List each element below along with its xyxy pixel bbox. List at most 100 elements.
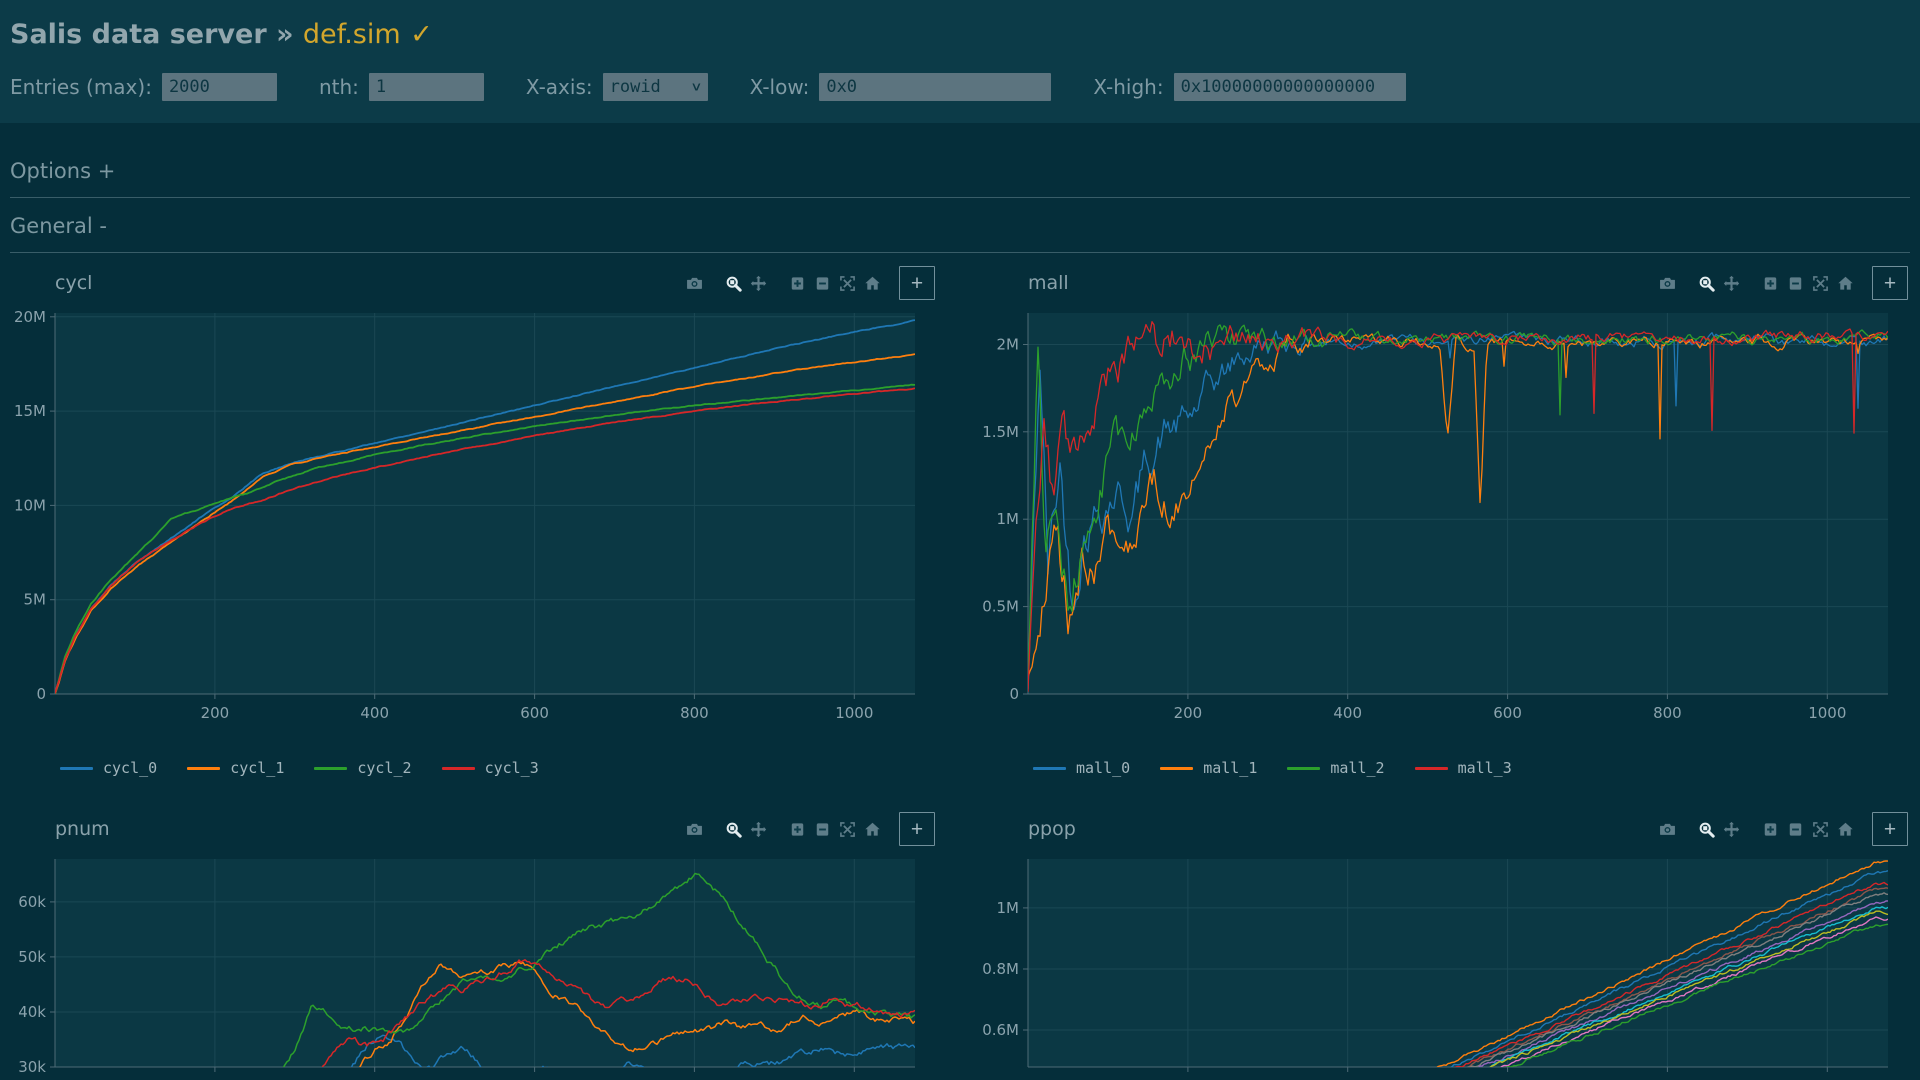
pan-icon[interactable]	[1719, 818, 1744, 840]
home-icon[interactable]	[1833, 818, 1858, 840]
legend-label: mall_2	[1330, 759, 1384, 777]
legend-label: mall_1	[1203, 759, 1257, 777]
expand-chart-button[interactable]: +	[899, 812, 935, 846]
legend-label: cycl_3	[485, 759, 539, 777]
legend-line-sample	[1160, 767, 1193, 770]
autoscale-icon[interactable]	[1808, 272, 1833, 294]
x-axis-select[interactable]: rowid	[603, 73, 708, 101]
expand-chart-button[interactable]: +	[899, 266, 935, 300]
zoom-out-icon[interactable]	[1783, 818, 1808, 840]
svg-text:15M: 15M	[14, 402, 46, 420]
autoscale-icon[interactable]	[835, 818, 860, 840]
pan-icon[interactable]	[746, 272, 771, 294]
legend-item[interactable]: cycl_2	[314, 759, 411, 777]
modebar	[682, 272, 885, 294]
legend-cycl: cycl_0 cycl_1 cycl_2 cycl_3	[60, 755, 935, 781]
svg-text:20M: 20M	[14, 308, 46, 326]
modebar	[682, 818, 885, 840]
zoom-icon[interactable]	[721, 272, 746, 294]
x-high-label: X-high:	[1093, 75, 1163, 99]
plot-ppop[interactable]: 0.6M0.8M1M	[983, 851, 1908, 1080]
home-icon[interactable]	[860, 272, 885, 294]
chart-panel-cycl: cycl + 05M10M15M20M2004006008001000 cycl…	[10, 261, 935, 781]
camera-icon[interactable]	[1655, 272, 1680, 294]
chart-title-pnum: pnum	[55, 818, 110, 840]
legend-line-sample	[187, 767, 220, 770]
legend-line-sample	[1287, 767, 1320, 770]
autoscale-icon[interactable]	[1808, 818, 1833, 840]
camera-icon[interactable]	[682, 272, 707, 294]
zoom-icon[interactable]	[1694, 818, 1719, 840]
zoom-in-icon[interactable]	[1758, 272, 1783, 294]
pan-icon[interactable]	[746, 818, 771, 840]
legend-line-sample	[442, 767, 475, 770]
field-nth: nth:	[319, 73, 484, 101]
section-options-toggle[interactable]: Options +	[10, 159, 1910, 198]
camera-icon[interactable]	[682, 818, 707, 840]
legend-item[interactable]: mall_1	[1160, 759, 1257, 777]
svg-text:1.5M: 1.5M	[983, 423, 1019, 441]
svg-text:1000: 1000	[835, 704, 873, 722]
zoom-icon[interactable]	[1694, 272, 1719, 294]
check-icon: ✓	[410, 19, 433, 50]
legend-label: cycl_1	[230, 759, 284, 777]
breadcrumb-separator: »	[276, 19, 293, 50]
file-link[interactable]: def.sim	[303, 19, 401, 50]
x-high-input[interactable]	[1174, 73, 1406, 101]
legend-line-sample	[1033, 767, 1066, 770]
legend-item[interactable]: mall_3	[1415, 759, 1512, 777]
svg-text:200: 200	[201, 704, 230, 722]
svg-text:30k: 30k	[18, 1058, 46, 1076]
zoom-icon[interactable]	[721, 818, 746, 840]
svg-text:1M: 1M	[997, 899, 1020, 917]
zoom-in-icon[interactable]	[785, 818, 810, 840]
svg-text:0: 0	[1009, 685, 1019, 703]
home-icon[interactable]	[860, 818, 885, 840]
svg-text:10M: 10M	[14, 496, 46, 514]
nth-input[interactable]	[369, 73, 484, 101]
pan-icon[interactable]	[1719, 272, 1744, 294]
plot-mall[interactable]: 00.5M1M1.5M2M2004006008001000	[983, 305, 1908, 735]
field-entries-max: Entries (max):	[10, 73, 277, 101]
page-title: Salis data server » def.sim ✓	[10, 18, 1920, 51]
svg-text:40k: 40k	[18, 1003, 46, 1021]
plot-pnum[interactable]: 30k40k50k60k	[10, 851, 935, 1080]
expand-chart-button[interactable]: +	[1872, 812, 1908, 846]
legend-item[interactable]: cycl_0	[60, 759, 157, 777]
legend-line-sample	[314, 767, 347, 770]
x-low-input[interactable]	[819, 73, 1051, 101]
zoom-in-icon[interactable]	[785, 272, 810, 294]
modebar	[1655, 818, 1858, 840]
modebar	[1655, 272, 1858, 294]
chart-title-cycl: cycl	[55, 272, 92, 294]
entries-max-input[interactable]	[162, 73, 277, 101]
zoom-out-icon[interactable]	[1783, 272, 1808, 294]
svg-text:0: 0	[36, 685, 46, 703]
svg-text:1000: 1000	[1808, 704, 1846, 722]
legend-item[interactable]: cycl_1	[187, 759, 284, 777]
autoscale-icon[interactable]	[835, 272, 860, 294]
plot-cycl[interactable]: 05M10M15M20M2004006008001000	[10, 305, 935, 735]
nth-label: nth:	[319, 75, 359, 99]
expand-chart-button[interactable]: +	[1872, 266, 1908, 300]
legend-mall: mall_0 mall_1 mall_2 mall_3	[1033, 755, 1908, 781]
zoom-in-icon[interactable]	[1758, 818, 1783, 840]
camera-icon[interactable]	[1655, 818, 1680, 840]
query-form: Entries (max): nth: X-axis: rowid ∨ X-lo…	[10, 73, 1920, 101]
home-icon[interactable]	[1833, 272, 1858, 294]
zoom-out-icon[interactable]	[810, 272, 835, 294]
legend-line-sample	[60, 767, 93, 770]
section-general-toggle[interactable]: General -	[10, 214, 1910, 253]
topbar: Salis data server » def.sim ✓ Entries (m…	[0, 0, 1920, 123]
chart-title-ppop: ppop	[1028, 818, 1076, 840]
legend-item[interactable]: mall_2	[1287, 759, 1384, 777]
chart-panel-pnum: pnum + 30k40k50k60k	[10, 807, 935, 1080]
zoom-out-icon[interactable]	[810, 818, 835, 840]
svg-text:0.6M: 0.6M	[983, 1021, 1019, 1039]
svg-text:5M: 5M	[24, 591, 47, 609]
brand-title: Salis data server	[10, 19, 267, 50]
legend-item[interactable]: mall_0	[1033, 759, 1130, 777]
entries-max-label: Entries (max):	[10, 75, 152, 99]
svg-text:400: 400	[360, 704, 389, 722]
legend-item[interactable]: cycl_3	[442, 759, 539, 777]
